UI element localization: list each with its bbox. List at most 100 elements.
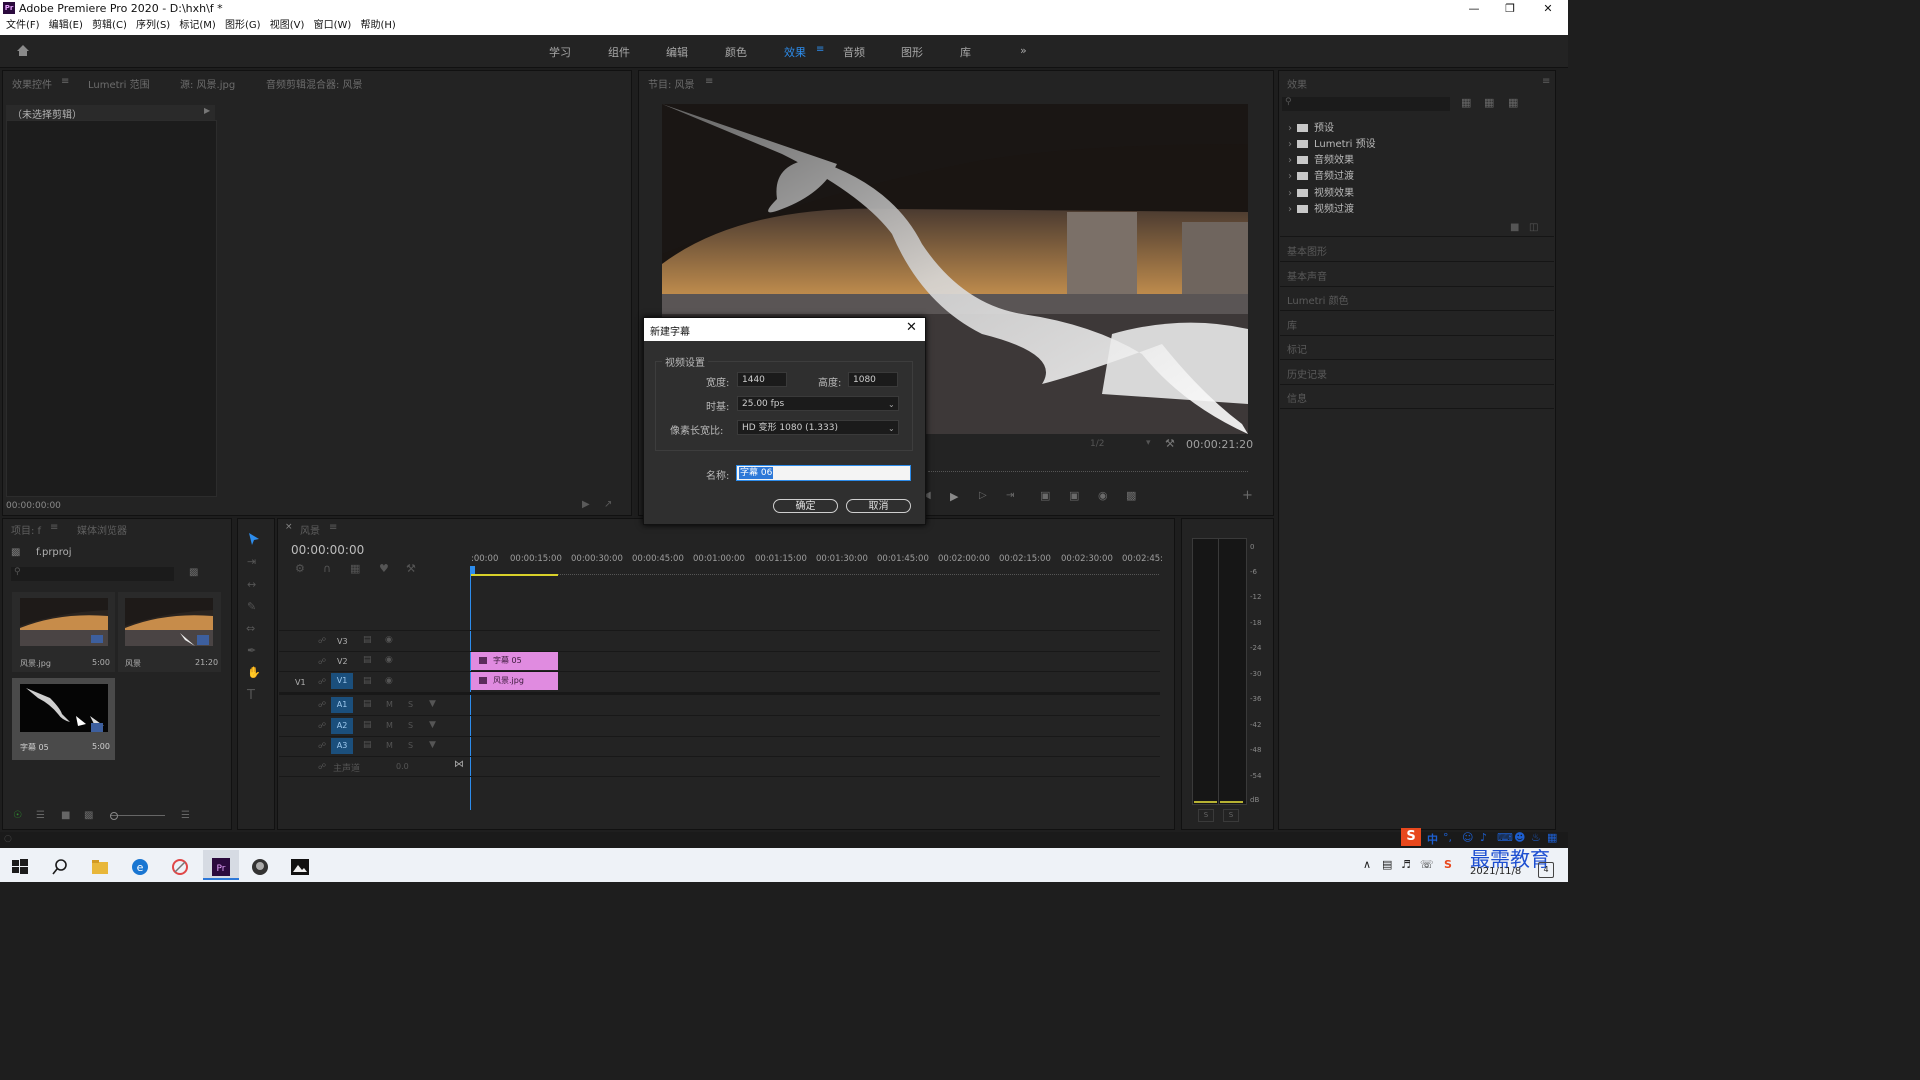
sync-lock-icon[interactable]: ▤ (363, 655, 372, 665)
add-button-icon[interactable]: + (1242, 488, 1253, 503)
go-to-out-icon[interactable]: ⇥ (1006, 490, 1014, 501)
workspace-menu-icon[interactable]: ≡ (816, 44, 824, 55)
menu-file[interactable]: 文件(F) (6, 17, 40, 35)
extract-icon[interactable]: ▣ (1069, 489, 1079, 502)
track-target-a1[interactable]: A1 (331, 697, 353, 713)
workspace-editing[interactable]: 编辑 (666, 44, 688, 60)
sync-lock-icon[interactable]: ▤ (363, 740, 372, 750)
zoom-slider-handle[interactable] (110, 812, 118, 820)
tab-media-browser[interactable]: 媒体浏览器 (77, 522, 127, 537)
close-sequence-icon[interactable]: × (285, 522, 293, 532)
lock-icon[interactable]: ☍ (318, 636, 326, 645)
tab-project[interactable]: 项目: f (11, 522, 41, 537)
section-info[interactable]: 信息 (1287, 390, 1307, 405)
32bit-effects-icon[interactable]: ▦ (1484, 96, 1494, 109)
source-patch-v1[interactable]: V1 (295, 678, 306, 687)
effects-folder-presets[interactable]: › 预设 (1288, 119, 1334, 134)
workspace-color[interactable]: 颜色 (725, 44, 747, 60)
project-item-selected[interactable]: 字幕 05 5:00 (12, 678, 115, 760)
lock-icon[interactable]: ☉ (13, 810, 22, 821)
freeform-view-icon[interactable]: ▩ (84, 810, 93, 821)
mic-icon[interactable]: ▼ (429, 720, 436, 730)
camera-icon[interactable]: ◉ (1098, 489, 1108, 502)
zoom-select[interactable]: 1/2 (1090, 439, 1104, 449)
icon-view-icon[interactable]: ■ (61, 810, 70, 821)
lock-icon[interactable]: ☍ (318, 762, 326, 771)
type-tool-icon[interactable]: T (247, 688, 255, 703)
network-icon[interactable]: ▤ (1382, 858, 1392, 871)
premiere-pro-taskbar-icon[interactable]: Pr (212, 858, 230, 876)
list-view-icon[interactable]: ☰ (36, 810, 45, 821)
effects-folder-video-effects[interactable]: › 视频效果 (1288, 184, 1354, 199)
menu-marker[interactable]: 标记(M) (179, 17, 215, 35)
lock-icon[interactable]: ☍ (318, 741, 326, 750)
workspace-assembly[interactable]: 组件 (608, 44, 630, 60)
windows-start-icon[interactable] (11, 858, 29, 876)
sync-lock-icon[interactable]: ▤ (363, 699, 372, 709)
tab-effect-controls[interactable]: 效果控件 (12, 76, 52, 91)
height-input[interactable]: 1080 (848, 372, 898, 387)
program-menu-icon[interactable]: ≡ (705, 76, 713, 87)
pen-tool-icon[interactable]: ✒ (247, 644, 256, 657)
selection-tool-icon[interactable] (248, 532, 260, 546)
minimize-button[interactable]: — (1456, 0, 1492, 17)
solo-right-button[interactable]: S (1223, 809, 1239, 822)
tab-audio-clip-mixer[interactable]: 音频剪辑混合器: 风景 (266, 76, 363, 91)
new-bin-icon[interactable]: ▩ (189, 567, 198, 578)
section-markers[interactable]: 标记 (1287, 341, 1307, 356)
yuv-effects-icon[interactable]: ▦ (1508, 96, 1518, 109)
track-target-a3[interactable]: A3 (331, 738, 353, 754)
app-avatar-icon[interactable] (251, 858, 269, 876)
effects-folder-audio-transitions[interactable]: › 音频过渡 (1288, 167, 1354, 182)
timeline-settings-icon[interactable]: ⚒ (406, 562, 416, 575)
project-search-input[interactable]: ⚲ (11, 567, 174, 581)
eye-icon[interactable]: ◉ (385, 635, 393, 645)
effects-search-input[interactable]: ⚲ (1282, 97, 1450, 111)
export-icon[interactable]: ↗ (604, 499, 612, 510)
eye-icon[interactable]: ◉ (385, 655, 393, 665)
ok-button[interactable]: 确定 (773, 499, 838, 513)
snipping-tool-icon[interactable] (171, 858, 189, 876)
effects-menu-icon[interactable]: ≡ (1542, 76, 1550, 87)
notification-center-icon[interactable]: 4 (1538, 862, 1554, 878)
sogou-tray-icon[interactable]: S (1444, 858, 1452, 871)
slip-tool-icon[interactable]: ⇔ (246, 622, 255, 635)
home-icon[interactable] (16, 44, 30, 57)
sort-icon[interactable]: ☰ (181, 810, 190, 821)
track-target-v1[interactable]: V1 (331, 673, 353, 689)
effects-folder-audio-effects[interactable]: › 音频效果 (1288, 151, 1354, 166)
mute-icon[interactable]: M (386, 721, 393, 730)
language-icon[interactable]: ☏ (1420, 858, 1434, 871)
master-volume-value[interactable]: 0.0 (396, 762, 409, 771)
more-workspaces-icon[interactable]: » (1020, 44, 1027, 57)
lock-icon[interactable]: ☍ (318, 721, 326, 730)
mic-icon[interactable]: ▼ (429, 699, 436, 709)
solo-icon[interactable]: S (408, 700, 413, 709)
solo-icon[interactable]: S (408, 741, 413, 750)
track-label-v3[interactable]: V3 (337, 637, 348, 646)
mute-icon[interactable]: M (386, 700, 393, 709)
section-libraries[interactable]: 库 (1287, 317, 1297, 332)
lock-icon[interactable]: ☍ (318, 677, 326, 686)
go-to-end-icon[interactable]: ⋈ (454, 759, 464, 770)
name-input[interactable]: 字幕 06 (736, 465, 911, 481)
compare-icon[interactable]: ▩ (1126, 489, 1136, 502)
timeline-clip-image[interactable]: 风景.jpg (471, 672, 558, 690)
program-scrubber[interactable] (928, 461, 1248, 472)
file-explorer-icon[interactable] (91, 858, 109, 876)
timebase-select[interactable]: 25.00 fps ⌄ (737, 396, 899, 411)
solo-icon[interactable]: S (408, 721, 413, 730)
sync-lock-icon[interactable]: ▤ (363, 635, 372, 645)
effects-folder-lumetri-presets[interactable]: › Lumetri 预设 (1288, 135, 1376, 150)
edge-browser-icon[interactable]: e (131, 858, 149, 876)
dialog-close-icon[interactable]: ✕ (906, 320, 917, 335)
ime-punctuation-icon[interactable]: °, (1443, 831, 1452, 844)
section-essential-sound[interactable]: 基本声音 (1287, 268, 1327, 283)
width-input[interactable]: 1440 (737, 372, 787, 387)
workspace-graphics[interactable]: 图形 (901, 44, 923, 60)
volume-icon[interactable]: ♬ (1401, 858, 1411, 871)
menu-view[interactable]: 视图(V) (270, 17, 305, 35)
section-essential-graphics[interactable]: 基本图形 (1287, 243, 1327, 258)
step-forward-icon[interactable]: ▷ (979, 490, 987, 501)
hand-tool-icon[interactable]: ✋ (247, 666, 261, 679)
